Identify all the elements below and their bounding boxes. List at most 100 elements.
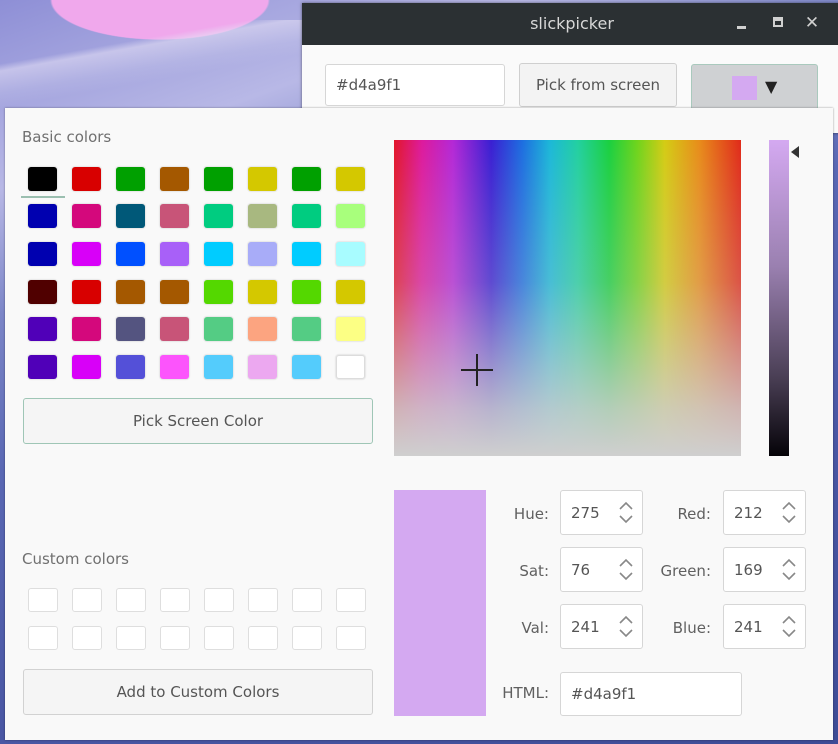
custom-color-swatch[interactable] — [28, 588, 58, 612]
basic-color-swatch[interactable] — [28, 280, 57, 304]
basic-color-swatch[interactable] — [292, 355, 321, 379]
chevron-down-icon[interactable] — [781, 513, 797, 527]
basic-color-swatch[interactable] — [72, 355, 101, 379]
custom-color-swatch[interactable] — [204, 588, 234, 612]
basic-color-swatch[interactable] — [336, 204, 365, 228]
chevron-up-icon[interactable] — [781, 498, 797, 512]
custom-color-swatch[interactable] — [204, 626, 234, 650]
basic-color-swatch[interactable] — [160, 280, 189, 304]
custom-color-swatch[interactable] — [292, 626, 322, 650]
basic-color-swatch[interactable] — [72, 167, 101, 191]
blue-input[interactable] — [724, 605, 780, 648]
basic-color-swatch[interactable] — [160, 167, 189, 191]
custom-color-swatch[interactable] — [72, 626, 102, 650]
basic-color-swatch[interactable] — [292, 167, 321, 191]
pick-screen-color-button[interactable]: Pick Screen Color — [23, 398, 373, 444]
hex-color-input[interactable] — [325, 64, 505, 106]
value-slider-handle-icon[interactable] — [791, 146, 799, 158]
basic-color-swatch[interactable] — [248, 317, 277, 341]
basic-color-swatch[interactable] — [248, 167, 277, 191]
color-dropdown-button[interactable]: ▼ — [691, 64, 818, 110]
red-spinbox[interactable] — [723, 490, 806, 535]
basic-color-swatch[interactable] — [160, 317, 189, 341]
basic-color-swatch[interactable] — [116, 280, 145, 304]
basic-color-swatch[interactable] — [292, 280, 321, 304]
custom-color-swatch[interactable] — [248, 626, 278, 650]
basic-color-swatch[interactable] — [28, 167, 57, 191]
crosshair-cursor-icon[interactable] — [461, 354, 493, 386]
custom-color-swatch[interactable] — [160, 588, 190, 612]
basic-color-swatch[interactable] — [248, 355, 277, 379]
basic-color-swatch[interactable] — [116, 242, 145, 266]
basic-color-swatch[interactable] — [116, 317, 145, 341]
maximize-icon[interactable] — [769, 13, 789, 33]
basic-color-swatch[interactable] — [336, 167, 365, 191]
basic-color-swatch[interactable] — [248, 204, 277, 228]
custom-color-swatch[interactable] — [28, 626, 58, 650]
html-hex-input[interactable] — [560, 672, 742, 716]
custom-color-swatch[interactable] — [160, 626, 190, 650]
basic-color-swatch[interactable] — [336, 355, 365, 379]
basic-color-swatch[interactable] — [292, 242, 321, 266]
basic-color-swatch[interactable] — [160, 204, 189, 228]
green-input[interactable] — [724, 548, 780, 591]
hue-input[interactable] — [561, 491, 617, 534]
chevron-down-icon[interactable] — [781, 627, 797, 641]
add-to-custom-colors-button[interactable]: Add to Custom Colors — [23, 669, 373, 715]
custom-color-swatch[interactable] — [72, 588, 102, 612]
basic-color-swatch[interactable] — [28, 242, 57, 266]
basic-color-swatch[interactable] — [72, 280, 101, 304]
custom-color-swatch[interactable] — [248, 588, 278, 612]
custom-color-swatch[interactable] — [292, 588, 322, 612]
basic-color-swatch[interactable] — [28, 204, 57, 228]
basic-color-swatch[interactable] — [28, 317, 57, 341]
custom-color-swatch[interactable] — [336, 588, 366, 612]
basic-color-swatch[interactable] — [336, 317, 365, 341]
custom-color-swatch[interactable] — [116, 588, 146, 612]
custom-color-swatch[interactable] — [336, 626, 366, 650]
chevron-down-icon[interactable] — [781, 570, 797, 584]
green-spinbox[interactable] — [723, 547, 806, 592]
chevron-up-icon[interactable] — [781, 555, 797, 569]
basic-color-swatch[interactable] — [204, 242, 233, 266]
value-slider[interactable] — [769, 140, 789, 456]
dropdown-arrow-icon: ▼ — [765, 77, 778, 96]
basic-color-swatch[interactable] — [248, 280, 277, 304]
title-bar[interactable]: slickpicker ✕ — [302, 3, 838, 45]
basic-color-swatch[interactable] — [336, 242, 365, 266]
basic-color-swatch[interactable] — [28, 355, 57, 379]
blue-label: Blue: — [672, 619, 711, 637]
basic-color-swatch[interactable] — [204, 204, 233, 228]
red-input[interactable] — [724, 491, 780, 534]
chevron-up-icon[interactable] — [781, 612, 797, 626]
basic-color-swatch[interactable] — [292, 317, 321, 341]
basic-color-swatch[interactable] — [336, 280, 365, 304]
current-color-chip — [732, 76, 757, 100]
basic-color-swatch[interactable] — [204, 280, 233, 304]
basic-color-swatch[interactable] — [72, 317, 101, 341]
basic-color-swatch[interactable] — [116, 167, 145, 191]
wallpaper-mountain — [0, 20, 320, 110]
basic-color-swatch[interactable] — [72, 242, 101, 266]
basic-color-swatch[interactable] — [72, 204, 101, 228]
basic-color-swatch[interactable] — [204, 317, 233, 341]
hue-label: Hue: — [513, 505, 549, 523]
red-label: Red: — [677, 505, 711, 523]
window-title: slickpicker — [530, 14, 614, 33]
hue-saturation-spectrum[interactable] — [394, 140, 741, 456]
basic-color-swatch[interactable] — [160, 355, 189, 379]
val-input[interactable] — [561, 605, 617, 648]
minimize-icon[interactable] — [732, 13, 752, 33]
basic-color-swatch[interactable] — [292, 204, 321, 228]
basic-color-swatch[interactable] — [160, 242, 189, 266]
pick-from-screen-button[interactable]: Pick from screen — [519, 63, 677, 107]
custom-color-swatch[interactable] — [116, 626, 146, 650]
basic-color-swatch[interactable] — [204, 167, 233, 191]
sat-input[interactable] — [561, 548, 617, 591]
blue-spinbox[interactable] — [723, 604, 806, 649]
basic-color-swatch[interactable] — [204, 355, 233, 379]
basic-color-swatch[interactable] — [248, 242, 277, 266]
basic-color-swatch[interactable] — [116, 204, 145, 228]
basic-color-swatch[interactable] — [116, 355, 145, 379]
close-icon[interactable]: ✕ — [802, 13, 822, 33]
